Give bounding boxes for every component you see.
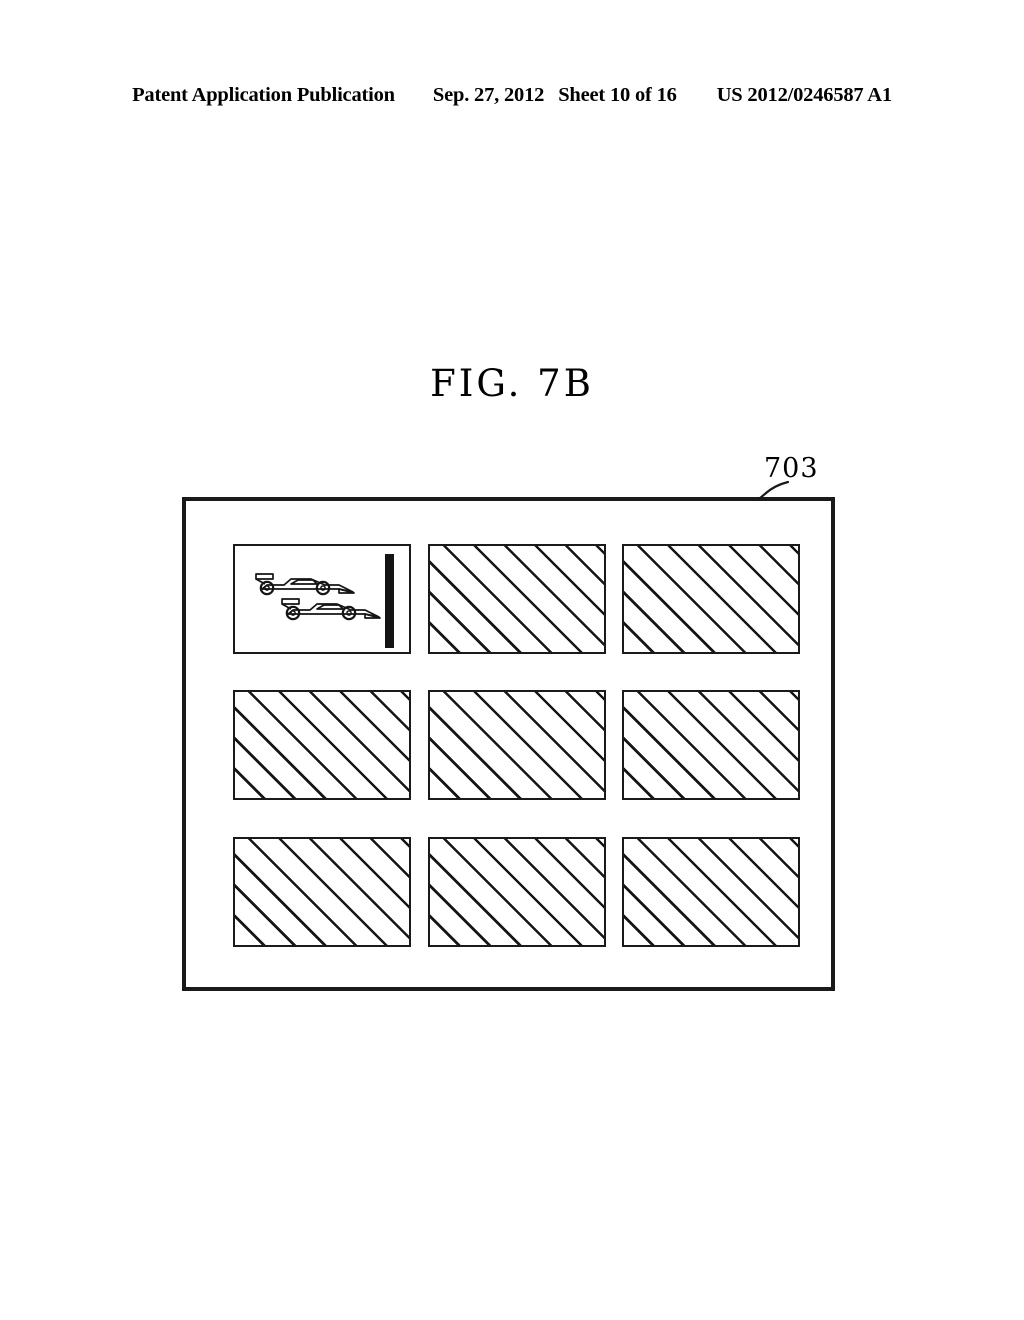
hatch-fill-6: [235, 839, 409, 945]
thumbnail-cell-8[interactable]: [622, 837, 800, 947]
reference-numeral-703: 703: [764, 453, 819, 484]
thumbnail-cell-0[interactable]: [233, 544, 411, 654]
hatch-fill-7: [430, 839, 604, 945]
figure-drawing: 703 704: [0, 0, 1024, 1320]
thumbnail-cell-4[interactable]: [428, 690, 606, 800]
thumbnail-cell-1[interactable]: [428, 544, 606, 654]
hatch-fill-3: [235, 692, 409, 798]
thumbnail-content-cars: [235, 546, 409, 652]
thumbnail-grid: [233, 544, 800, 950]
hatch-fill-1: [430, 546, 604, 652]
hatch-fill-2: [624, 546, 798, 652]
thumbnail-cell-6[interactable]: [233, 837, 411, 947]
race-car-icon-lower: [281, 598, 381, 621]
hatch-fill-5: [624, 692, 798, 798]
thumbnail-cell-3[interactable]: [233, 690, 411, 800]
thumbnail-cell-5[interactable]: [622, 690, 800, 800]
hatch-fill-4: [430, 692, 604, 798]
thumbnail-cell-2[interactable]: [622, 544, 800, 654]
progress-bar: [385, 554, 394, 648]
display-screen-frame[interactable]: [182, 497, 835, 991]
hatch-fill-8: [624, 839, 798, 945]
thumbnail-cell-7[interactable]: [428, 837, 606, 947]
